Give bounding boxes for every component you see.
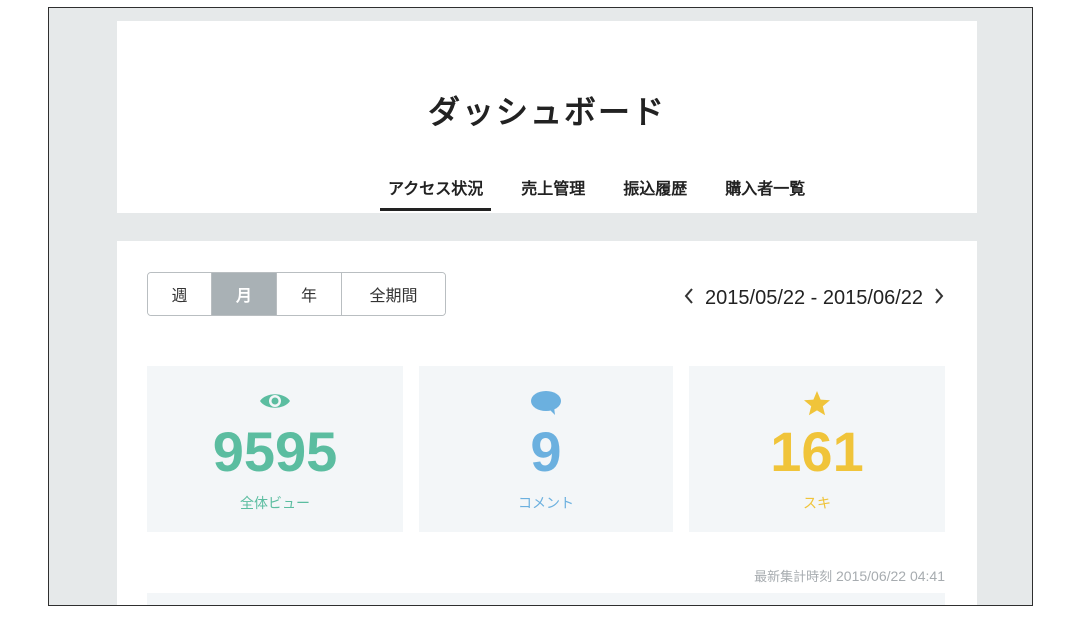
last-updated-label: 最新集計時刻 bbox=[754, 570, 833, 585]
browser-viewport: ダッシュボード アクセス状況 売上管理 振込履歴 購入者一覧 週 月 年 全期間… bbox=[48, 7, 1033, 606]
header-card: ダッシュボード アクセス状況 売上管理 振込履歴 購入者一覧 bbox=[117, 21, 977, 213]
last-updated: 最新集計時刻 2015/06/22 04:41 bbox=[754, 566, 945, 585]
period-week-button[interactable]: 週 bbox=[148, 273, 212, 315]
period-all-button[interactable]: 全期間 bbox=[342, 273, 445, 315]
speech-bubble-icon bbox=[530, 390, 562, 420]
eye-icon bbox=[258, 390, 292, 416]
period-year-button[interactable]: 年 bbox=[277, 273, 342, 315]
last-updated-time: 2015/06/22 04:41 bbox=[836, 568, 945, 584]
stat-value-comments: 9 bbox=[530, 420, 562, 483]
chevron-right-icon[interactable] bbox=[933, 285, 945, 311]
tab-buyer-list[interactable]: 購入者一覧 bbox=[717, 175, 813, 211]
star-icon bbox=[803, 390, 831, 420]
main-card: 週 月 年 全期間 2015/05/22 - 2015/06/22 9595 全… bbox=[117, 241, 977, 605]
chevron-left-icon[interactable] bbox=[683, 285, 695, 311]
stat-label-likes: スキ bbox=[803, 496, 831, 512]
date-range-text: 2015/05/22 - 2015/06/22 bbox=[705, 286, 923, 309]
tab-access-status[interactable]: アクセス状況 bbox=[380, 175, 492, 211]
stat-card-comments: 9 コメント bbox=[419, 366, 673, 532]
tab-transfer-history[interactable]: 振込履歴 bbox=[615, 175, 695, 211]
period-selector: 週 月 年 全期間 bbox=[147, 272, 446, 316]
stat-card-likes: 161 スキ bbox=[689, 366, 945, 532]
nav-tabs: アクセス状況 売上管理 振込履歴 購入者一覧 bbox=[380, 175, 813, 211]
stat-label-comments: コメント bbox=[518, 496, 574, 512]
stat-value-views: 9595 bbox=[212, 420, 338, 483]
tab-sales-management[interactable]: 売上管理 bbox=[513, 175, 593, 211]
chart-area-strip bbox=[147, 593, 945, 605]
stat-label-views: 全体ビュー bbox=[240, 496, 310, 512]
page-title: ダッシュボード bbox=[427, 93, 666, 131]
date-range: 2015/05/22 - 2015/06/22 bbox=[683, 285, 945, 311]
period-month-button[interactable]: 月 bbox=[212, 273, 277, 315]
stat-value-likes: 161 bbox=[770, 420, 864, 483]
stat-card-views: 9595 全体ビュー bbox=[147, 366, 403, 532]
